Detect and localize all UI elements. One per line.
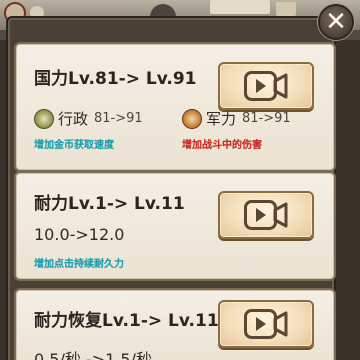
stat-military: 军力 81->91 (182, 108, 291, 129)
card-title: 耐力恢复Lv.1-> Lv.11 (34, 311, 219, 331)
stat-name: 行政 (58, 110, 89, 128)
upgrade-card-stamina: 耐力Lv.1-> Lv.11 10.0->12.0 增加点击持续耐久力 (14, 171, 336, 281)
military-emblem-icon (182, 108, 202, 129)
effect-description: 增加战斗中的伤害 (182, 140, 262, 151)
stat-value: 81->91 (94, 111, 143, 126)
upgrade-card-national-power: 国力Lv.81-> Lv.91 行政 81->91 军力 81->91 增加金币… (14, 42, 336, 172)
stat-name: 军力 (206, 110, 237, 128)
card-title: 国力Lv.81-> Lv.91 (34, 69, 197, 89)
scene-sign (210, 0, 270, 14)
civil-emblem-icon (34, 108, 54, 129)
video-icon (244, 200, 288, 230)
scene-sign (276, 2, 296, 16)
card-title: 耐力Lv.1-> Lv.11 (34, 194, 185, 214)
stats-row: 行政 81->91 军力 81->91 (34, 108, 334, 132)
video-icon (244, 71, 288, 101)
effect-description: 增加点击持续耐久力 (34, 259, 124, 270)
close-icon: ✕ (325, 7, 347, 37)
watch-video-button[interactable] (218, 191, 314, 239)
stat-value: 0.5/秒 ->1.5/秒 (34, 350, 152, 360)
stat-value: 81->91 (242, 111, 291, 126)
effect-description: 增加金币获取速度 (34, 140, 114, 151)
stat-administration: 行政 81->91 (34, 108, 143, 129)
watch-video-button[interactable] (218, 300, 314, 348)
video-icon (244, 309, 288, 339)
watch-video-button[interactable] (218, 62, 314, 110)
upgrade-card-stamina-recovery: 耐力恢复Lv.1-> Lv.11 0.5/秒 ->1.5/秒 (14, 288, 336, 360)
close-button[interactable]: ✕ (318, 4, 354, 40)
stat-value: 10.0->12.0 (34, 225, 125, 244)
